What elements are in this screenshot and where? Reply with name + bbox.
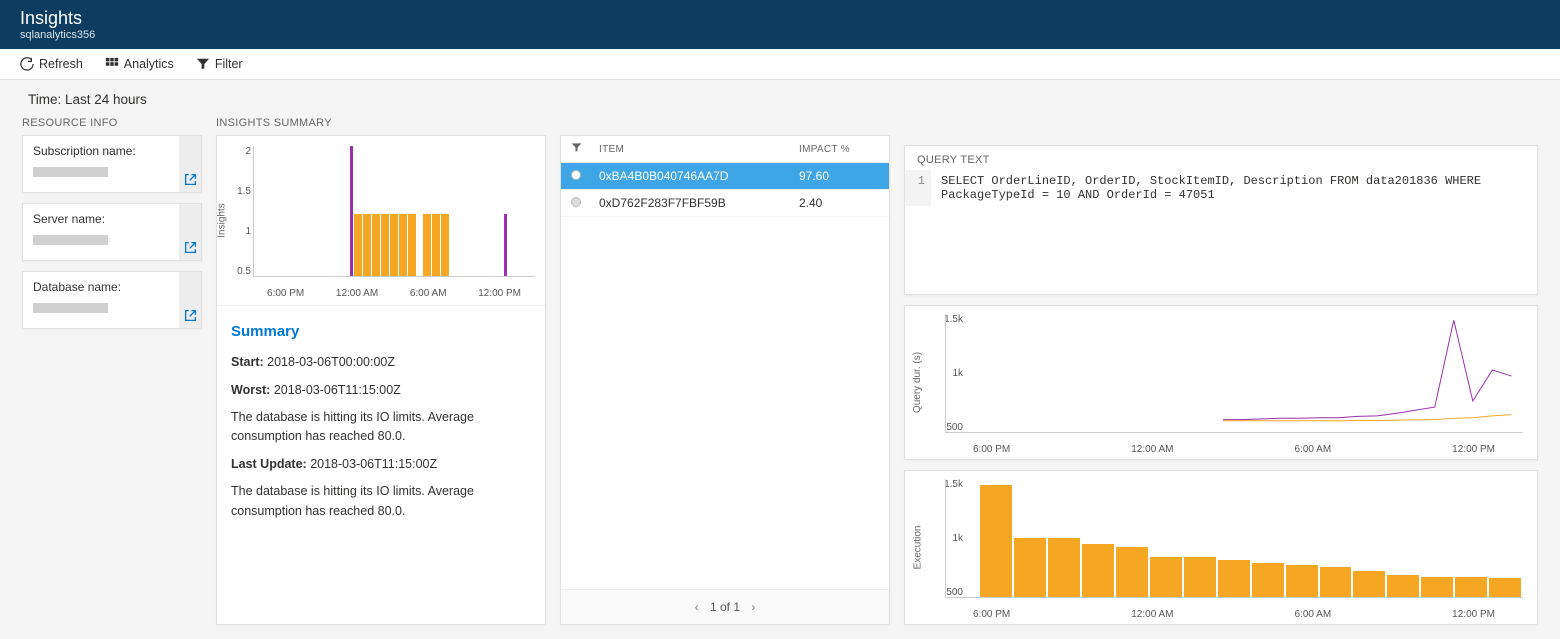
- page-header: Insights sqlanalytics356: [0, 0, 1560, 49]
- summary-body-2: The database is hitting its IO limits. A…: [231, 482, 531, 521]
- analytics-button[interactable]: Analytics: [105, 57, 174, 71]
- summary-body-1: The database is hitting its IO limits. A…: [231, 408, 531, 447]
- query-text-card: QUERY TEXT 1 SELECT OrderLineID, OrderID…: [904, 145, 1538, 295]
- open-external-button[interactable]: [179, 272, 201, 328]
- toolbar: Refresh Analytics Filter: [0, 49, 1560, 80]
- pager: ‹ 1 of 1 ›: [561, 589, 889, 624]
- filter-icon: [196, 57, 210, 71]
- insights-mini-chart[interactable]: Insights 21.510.5 6:00 PM12:00 AM6:00 AM…: [217, 136, 545, 306]
- worst-value: 2018-03-06T11:15:00Z: [274, 383, 401, 397]
- lastupdate-label: Last Update:: [231, 457, 307, 471]
- right-col: QUERY TEXT 1 SELECT OrderLineID, OrderID…: [904, 117, 1538, 625]
- execution-ylabel: Execution: [913, 526, 924, 570]
- insights-summary-col: INSIGHTS SUMMARY Insights 21.510.5 6:00 …: [216, 117, 546, 625]
- open-external-button[interactable]: [179, 136, 201, 192]
- worst-label: Worst:: [231, 383, 270, 397]
- open-external-button[interactable]: [179, 204, 201, 260]
- table-row[interactable]: 0xBA4B0B040746AA7D 97.60: [561, 163, 889, 190]
- row-icon: [571, 197, 581, 207]
- insights-summary-label: INSIGHTS SUMMARY: [216, 117, 546, 129]
- resource-info-col: RESOURCE INFO Subscription name: Server …: [22, 117, 202, 339]
- refresh-button[interactable]: Refresh: [20, 57, 83, 71]
- page-title: Insights: [20, 8, 1540, 29]
- row-impact: 97.60: [799, 169, 879, 183]
- time-range[interactable]: Time: Last 24 hours: [0, 80, 1560, 117]
- resource-card-1: Server name:: [22, 203, 202, 261]
- row-id: 0xD762F283F7FBF59B: [599, 196, 799, 210]
- query-text-label: QUERY TEXT: [905, 146, 1537, 170]
- resource-card-0: Subscription name:: [22, 135, 202, 193]
- analytics-icon: [105, 57, 119, 71]
- redacted-value: [33, 303, 108, 313]
- items-header: ITEM IMPACT %: [561, 136, 889, 163]
- items-col: ITEM IMPACT % 0xBA4B0B040746AA7D 97.60 0…: [560, 117, 890, 625]
- items-card: ITEM IMPACT % 0xBA4B0B040746AA7D 97.60 0…: [560, 135, 890, 625]
- mini-chart-ylabel: Insights: [217, 203, 228, 237]
- start-value: 2018-03-06T00:00:00Z: [267, 355, 395, 369]
- resource-info-label: RESOURCE INFO: [22, 117, 202, 129]
- refresh-icon: [20, 57, 34, 71]
- query-duration-chart[interactable]: Query dur. (s) 1.5k1k500 6:00 PM12:00 AM…: [904, 305, 1538, 460]
- col-impact[interactable]: IMPACT %: [799, 144, 879, 155]
- pager-next[interactable]: ›: [751, 600, 755, 614]
- filter-icon[interactable]: [571, 142, 582, 153]
- table-row[interactable]: 0xD762F283F7FBF59B 2.40: [561, 190, 889, 217]
- refresh-label: Refresh: [39, 57, 83, 71]
- line-gutter: 1: [905, 170, 931, 206]
- execution-chart[interactable]: Execution 1.5k1k500 6:00 PM12:00 AM6:00 …: [904, 470, 1538, 625]
- resource-card-label: Server name:: [33, 212, 169, 226]
- analytics-label: Analytics: [124, 57, 174, 71]
- row-icon: [571, 170, 581, 180]
- resource-card-2: Database name:: [22, 271, 202, 329]
- row-impact: 2.40: [799, 196, 879, 210]
- pager-prev[interactable]: ‹: [695, 600, 699, 614]
- redacted-value: [33, 167, 108, 177]
- summary-card: Insights 21.510.5 6:00 PM12:00 AM6:00 AM…: [216, 135, 546, 625]
- summary-title: Summary: [231, 320, 531, 343]
- lastupdate-value: 2018-03-06T11:15:00Z: [310, 457, 437, 471]
- page-subtitle: sqlanalytics356: [20, 29, 1540, 41]
- start-label: Start:: [231, 355, 264, 369]
- row-id: 0xBA4B0B040746AA7D: [599, 169, 799, 183]
- resource-card-label: Database name:: [33, 280, 169, 294]
- col-item[interactable]: ITEM: [599, 144, 799, 155]
- sql-source[interactable]: SELECT OrderLineID, OrderID, StockItemID…: [931, 170, 1537, 206]
- filter-label: Filter: [215, 57, 243, 71]
- filter-button[interactable]: Filter: [196, 57, 243, 71]
- redacted-value: [33, 235, 108, 245]
- resource-card-label: Subscription name:: [33, 144, 169, 158]
- duration-ylabel: Query dur. (s): [913, 352, 924, 413]
- pager-text: 1 of 1: [710, 600, 740, 614]
